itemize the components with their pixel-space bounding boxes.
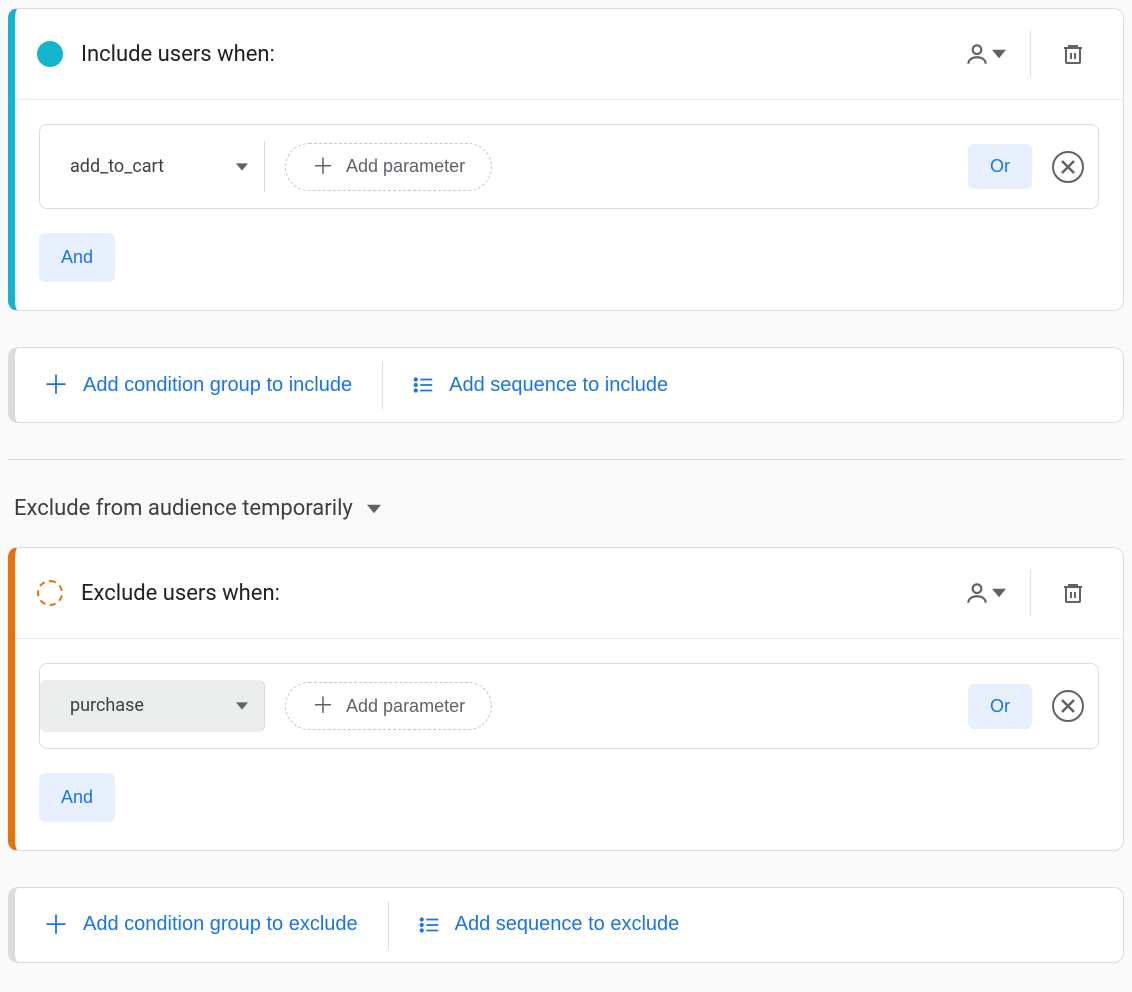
trash-icon: [1061, 580, 1085, 606]
add-sequence-exclude-button[interactable]: Add sequence to exclude: [407, 897, 692, 952]
close-icon: [1060, 159, 1076, 175]
remove-condition-button[interactable]: [1052, 151, 1084, 183]
condition-scope-dropdown[interactable]: [960, 572, 1010, 614]
trash-icon: [1061, 41, 1085, 67]
divider: [1030, 570, 1031, 616]
parameter-area: ＋ Add parameter: [285, 143, 948, 191]
chevron-down-icon: [236, 702, 248, 710]
add-sequence-label: Add sequence to include: [449, 374, 668, 397]
add-sequence-include-button[interactable]: Add sequence to include: [401, 358, 680, 413]
sequence-icon: [413, 374, 435, 396]
exclude-header-title: Exclude users when:: [81, 581, 960, 606]
chevron-down-icon: [236, 163, 248, 171]
condition-scope-dropdown[interactable]: [960, 33, 1010, 75]
add-condition-group-exclude-button[interactable]: ＋ Add condition group to exclude: [31, 896, 370, 954]
chevron-down-icon: [992, 586, 1006, 600]
remove-condition-button[interactable]: [1052, 690, 1084, 722]
exclude-condition-card: Exclude users when: purchase ＋ Add param…: [8, 547, 1124, 850]
exclude-mode-label: Exclude from audience temporarily: [14, 496, 353, 521]
person-icon: [964, 41, 990, 67]
divider: [388, 901, 389, 949]
add-parameter-button[interactable]: ＋ Add parameter: [285, 143, 492, 191]
add-condition-group-include-button[interactable]: ＋ Add condition group to include: [31, 356, 364, 414]
person-icon: [964, 580, 990, 606]
and-button[interactable]: And: [39, 233, 115, 282]
sequence-icon: [419, 914, 441, 936]
event-name: purchase: [70, 694, 144, 717]
exclude-action-bar: ＋ Add condition group to exclude Add seq…: [8, 887, 1124, 963]
event-selector[interactable]: purchase: [40, 680, 265, 731]
include-card-body: add_to_cart ＋ Add parameter Or And: [15, 100, 1123, 310]
or-button[interactable]: Or: [968, 144, 1032, 189]
divider: [1030, 31, 1031, 77]
chevron-down-icon: [992, 47, 1006, 61]
include-indicator-icon: [37, 41, 63, 67]
include-card-header: Include users when:: [15, 9, 1123, 100]
condition-row: add_to_cart ＋ Add parameter Or: [39, 124, 1099, 209]
add-parameter-label: Add parameter: [346, 696, 465, 717]
add-condition-group-label: Add condition group to include: [83, 374, 352, 397]
exclude-card-header: Exclude users when:: [15, 548, 1123, 639]
exclude-indicator-icon: [37, 580, 63, 606]
condition-row: purchase ＋ Add parameter Or: [39, 663, 1099, 748]
exclude-mode-dropdown[interactable]: Exclude from audience temporarily: [8, 496, 1124, 547]
event-name: add_to_cart: [70, 155, 164, 178]
include-condition-card: Include users when: add_to_cart ＋ Add pa…: [8, 8, 1124, 311]
plus-icon: ＋: [312, 156, 334, 178]
event-selector[interactable]: add_to_cart: [40, 141, 265, 192]
include-header-title: Include users when:: [81, 42, 960, 67]
add-sequence-label: Add sequence to exclude: [455, 913, 680, 936]
divider: [382, 361, 383, 409]
add-parameter-button[interactable]: ＋ Add parameter: [285, 682, 492, 730]
chevron-down-icon: [367, 504, 381, 514]
include-header-actions: [960, 31, 1095, 77]
add-condition-group-label: Add condition group to exclude: [83, 913, 358, 936]
exclude-card-body: purchase ＋ Add parameter Or And: [15, 639, 1123, 849]
add-parameter-label: Add parameter: [346, 156, 465, 177]
parameter-area: ＋ Add parameter: [285, 682, 948, 730]
plus-icon: ＋: [43, 912, 69, 938]
exclude-header-actions: [960, 570, 1095, 616]
delete-group-button[interactable]: [1051, 571, 1095, 615]
section-divider: [8, 459, 1124, 460]
or-button[interactable]: Or: [968, 684, 1032, 729]
close-icon: [1060, 698, 1076, 714]
plus-icon: ＋: [312, 695, 334, 717]
delete-group-button[interactable]: [1051, 32, 1095, 76]
include-action-bar: ＋ Add condition group to include Add seq…: [8, 347, 1124, 423]
plus-icon: ＋: [43, 372, 69, 398]
and-button[interactable]: And: [39, 773, 115, 822]
